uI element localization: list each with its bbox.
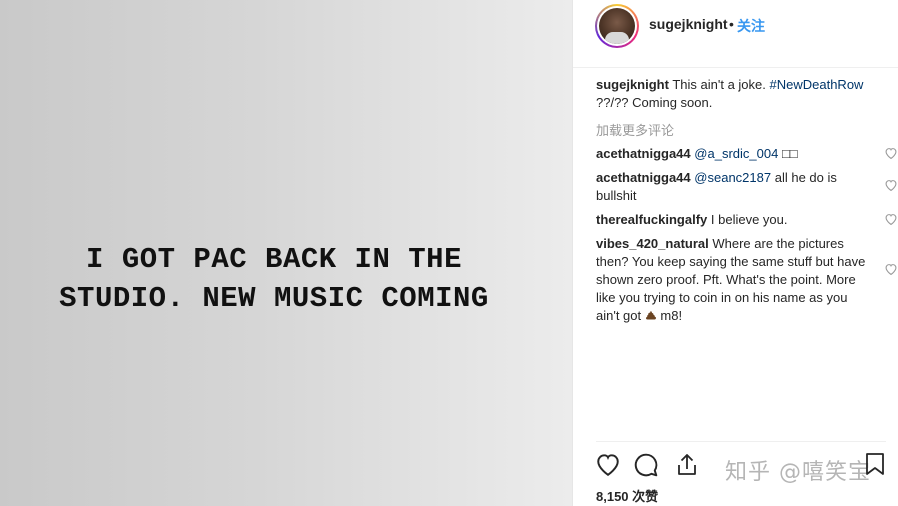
caption-username[interactable]: sugejknight [596,77,669,92]
post-image[interactable]: I GOT PAC BACK IN THE STUDIO. NEW MUSIC … [0,0,572,506]
comment-icon[interactable] [633,452,659,478]
comment-item: therealfuckingalfy I believe you. [596,211,898,229]
comment-item: vibes_420_natural Where are the pictures… [596,235,898,325]
comment-mention[interactable]: @seanc2187 [694,170,771,185]
image-text-line-1: I GOT PAC BACK IN THE [86,243,462,276]
image-caption-text: I GOT PAC BACK IN THE STUDIO. NEW MUSIC … [0,240,548,318]
caption-rest: ??/?? Coming soon. [596,95,713,110]
heart-icon[interactable] [884,147,898,159]
post-side-panel: sugejknight • 关注 sugejknight This ain't … [572,0,898,506]
separator-dot: • [729,16,734,32]
comment-tail: m8! [660,308,683,323]
comment-username[interactable]: acethatnigga44 [596,146,691,161]
comment-item: acethatnigga44 @seanc2187 all he do is b… [596,169,898,205]
avatar[interactable] [595,4,639,48]
image-text-line-2: STUDIO. NEW MUSIC COMING [59,282,489,315]
comment-list: acethatnigga44 @a_srdic_004 □□ acethatni… [596,145,898,331]
caption-hashtag[interactable]: #NewDeathRow [770,77,864,92]
comment-username[interactable]: vibes_420_natural [596,236,709,251]
comment-mention[interactable]: @a_srdic_004 [694,146,778,161]
post-caption: sugejknight This ain't a joke. #NewDeath… [596,76,886,112]
load-more-comments[interactable]: 加载更多评论 [596,120,674,139]
comment-username[interactable]: therealfuckingalfy [596,212,707,227]
poop-emoji-icon [645,311,656,320]
post-header: sugejknight • 关注 [573,0,898,68]
share-icon[interactable] [675,452,699,478]
comment-item: acethatnigga44 @a_srdic_004 □□ [596,145,898,163]
comment-username[interactable]: acethatnigga44 [596,170,691,185]
comment-text: I believe you. [710,212,788,227]
header-username[interactable]: sugejknight [649,16,728,32]
bookmark-icon[interactable] [865,452,885,476]
caption-text: This ain't a joke. [672,77,766,92]
action-bar: 知乎 @嘻笑宝 [595,452,895,485]
heart-icon[interactable] [884,263,898,275]
comment-text: □□ [781,146,798,161]
heart-icon[interactable] [595,452,621,476]
like-count[interactable]: 8,150 次赞 [596,486,658,505]
actions-divider [596,441,886,442]
watermark: 知乎 @嘻笑宝 [725,460,871,485]
heart-icon[interactable] [884,213,898,225]
heart-icon[interactable] [884,179,898,191]
follow-button[interactable]: 关注 [737,16,765,36]
